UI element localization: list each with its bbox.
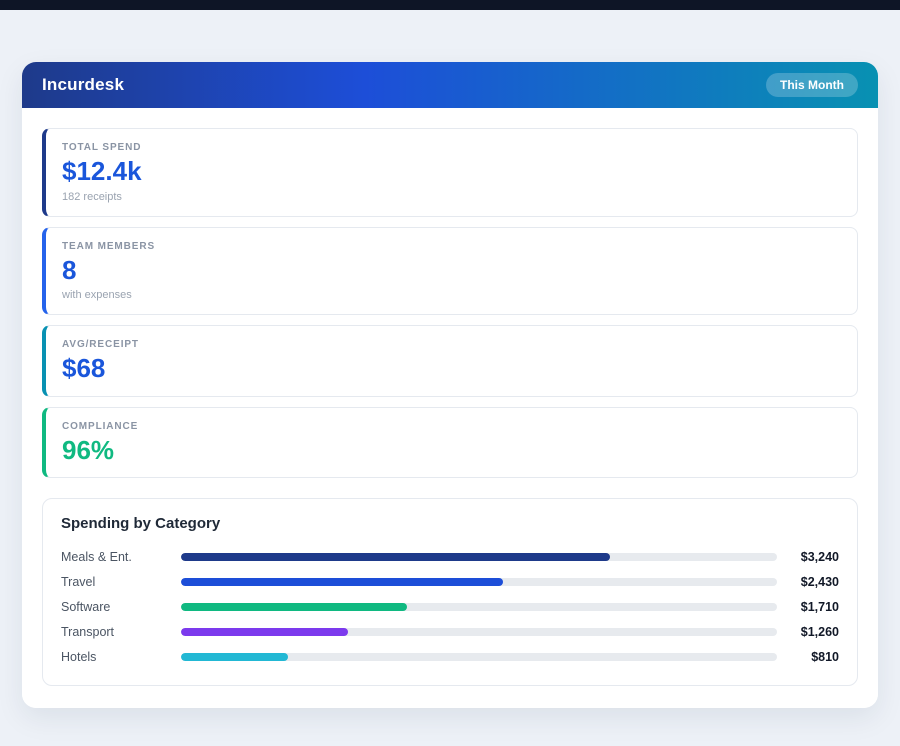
category-value: $2,430 [777, 575, 839, 589]
stat-label: AVG/RECEIPT [62, 339, 841, 350]
app-title: Incurdesk [42, 75, 124, 95]
stat-subtext: with expenses [62, 289, 841, 301]
stat-label: TOTAL SPEND [62, 142, 841, 153]
period-badge-button[interactable]: This Month [766, 73, 858, 97]
category-value: $3,240 [777, 550, 839, 564]
top-window-strip [0, 0, 900, 10]
stat-value: 96% [62, 436, 841, 465]
bar-track [181, 628, 777, 636]
stat-subtext: 182 receipts [62, 191, 841, 203]
stat-value: $12.4k [62, 157, 841, 186]
stat-card-total-spend: TOTAL SPEND $12.4k 182 receipts [42, 128, 858, 217]
category-value: $810 [777, 650, 839, 664]
bar-track [181, 553, 777, 561]
bar-fill [181, 553, 610, 561]
category-value: $1,260 [777, 625, 839, 639]
bar-track [181, 603, 777, 611]
category-label: Transport [61, 625, 181, 639]
bar-track [181, 578, 777, 586]
chart-title: Spending by Category [61, 515, 839, 532]
stat-card-avg-receipt: AVG/RECEIPT $68 [42, 325, 858, 397]
bar-fill [181, 628, 348, 636]
stat-value: 8 [62, 256, 841, 285]
spending-by-category-chart: Spending by Category Meals & Ent. $3,240… [42, 498, 858, 686]
chart-row-travel: Travel $2,430 [61, 569, 839, 594]
app-header: Incurdesk This Month [22, 62, 878, 108]
category-label: Travel [61, 575, 181, 589]
category-label: Software [61, 600, 181, 614]
bar-track [181, 653, 777, 661]
bar-fill [181, 603, 407, 611]
stat-label: TEAM MEMBERS [62, 241, 841, 252]
chart-row-transport: Transport $1,260 [61, 619, 839, 644]
stat-label: COMPLIANCE [62, 421, 841, 432]
chart-row-software: Software $1,710 [61, 594, 839, 619]
stat-card-compliance: COMPLIANCE 96% [42, 407, 858, 479]
bar-fill [181, 578, 503, 586]
category-label: Hotels [61, 650, 181, 664]
chart-row-meals: Meals & Ent. $3,240 [61, 544, 839, 569]
category-value: $1,710 [777, 600, 839, 614]
stat-value: $68 [62, 354, 841, 383]
bar-fill [181, 653, 288, 661]
chart-row-hotels: Hotels $810 [61, 644, 839, 669]
stat-card-team-members: TEAM MEMBERS 8 with expenses [42, 227, 858, 316]
category-label: Meals & Ent. [61, 550, 181, 564]
dashboard-body: TOTAL SPEND $12.4k 182 receipts TEAM MEM… [22, 108, 878, 708]
dashboard-card: Incurdesk This Month TOTAL SPEND $12.4k … [22, 62, 878, 708]
